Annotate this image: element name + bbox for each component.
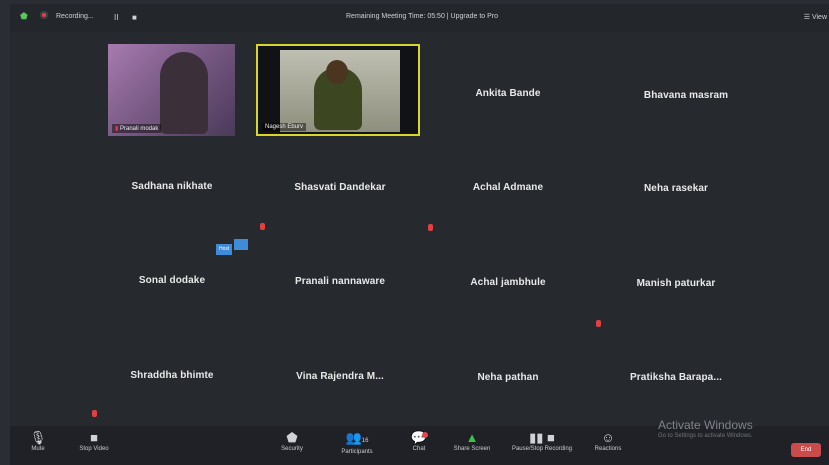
participant-tile[interactable]: Manish paturkar xyxy=(596,238,756,328)
share-screen-label: Share Screen xyxy=(453,446,491,452)
mic-muted-icon xyxy=(428,224,433,231)
participants-label: Participants xyxy=(341,449,373,455)
chat-label: Chat xyxy=(412,446,426,452)
mic-muted-icon: ▮ xyxy=(115,126,119,132)
participant-name: Pratiksha Barapa... xyxy=(630,371,722,383)
participant-head xyxy=(326,60,348,84)
meeting-timer[interactable]: Remaining Meeting Time: 05:50 | Upgrade … xyxy=(346,13,498,20)
participant-tile[interactable]: Achal jambhule xyxy=(428,237,588,327)
participant-name: Bhavana masram xyxy=(643,89,729,101)
pause-stop-recording-button[interactable]: ▮▮ ■ Pause/Stop Recording xyxy=(504,430,580,452)
recording-status: Recording... xyxy=(56,13,94,20)
participants-count: 16 xyxy=(361,438,369,444)
microphone-icon: 🎙 xyxy=(29,430,47,445)
participant-name: Sadhana nikhate xyxy=(131,180,213,192)
participant-name: Achal Admane xyxy=(472,181,544,193)
mute-button[interactable]: 🎙 Mute xyxy=(24,430,52,452)
activate-windows-subtext: Go to Settings to activate Windows. xyxy=(658,433,753,439)
mic-muted-icon xyxy=(596,320,601,327)
participant-tile[interactable]: Sadhana nikhate xyxy=(92,141,252,231)
participant-name: Manish paturkar xyxy=(636,277,716,289)
participant-name: Shasvati Dandekar xyxy=(294,181,386,193)
security-button[interactable]: ⬟ Security xyxy=(274,430,310,452)
top-bar: ⬟ Recording... II ■ Remaining Meeting Ti… xyxy=(10,4,829,32)
participant-name: Achal jambhule xyxy=(470,276,546,288)
participant-tile[interactable]: Pratiksha Barapa... xyxy=(596,332,756,422)
stop-video-label: Stop Video xyxy=(79,446,109,452)
reactions-label: Reactions xyxy=(594,446,622,452)
shield-icon[interactable]: ⬟ xyxy=(20,11,28,22)
video-name-label: Nagesh Eburv xyxy=(262,123,307,131)
participant-tile[interactable]: Achal Admane xyxy=(428,142,588,232)
reactions-button[interactable]: ☺ Reactions xyxy=(590,430,626,452)
participant-video xyxy=(160,52,208,134)
view-button[interactable]: ☰ View xyxy=(804,13,827,21)
participant-tile[interactable]: Bhavana masram xyxy=(606,50,766,140)
participant-name: Vina Rajendra M... xyxy=(296,370,384,382)
participant-tile[interactable]: Vina Rajendra M... xyxy=(260,331,420,421)
share-screen-icon: ▲ xyxy=(465,430,479,445)
participant-tile[interactable]: Shasvati Dandekar xyxy=(260,142,420,232)
participants-button[interactable]: 👥16 Participants xyxy=(334,430,380,455)
mute-label: Mute xyxy=(31,446,45,452)
mic-muted-icon xyxy=(260,223,265,230)
gallery-grid: ▮ Pranali modak Nagesh Eburv Ankita Band… xyxy=(10,38,829,423)
share-screen-button[interactable]: ▲ Share Screen xyxy=(448,430,496,452)
record-icon xyxy=(40,11,48,19)
host-badge-secondary xyxy=(234,239,249,250)
people-icon: 👥16 xyxy=(345,430,369,445)
participant-tile[interactable]: Pranali nannaware xyxy=(260,236,420,326)
pause-stop-icon: ▮▮ ■ xyxy=(529,430,555,445)
participant-name: Shraddha bhimte xyxy=(130,369,214,381)
participant-name: Sonal dodake xyxy=(138,274,206,286)
activate-windows-watermark: Activate Windows xyxy=(658,418,753,432)
record-label: Pause/Stop Recording xyxy=(511,446,573,452)
view-label: View xyxy=(811,14,827,21)
video-tile-active-speaker[interactable]: Nagesh Eburv xyxy=(256,44,420,136)
security-label: Security xyxy=(281,446,303,452)
participant-tile[interactable]: Neha pathan xyxy=(428,332,588,422)
participant-tile[interactable]: Neha rasekar xyxy=(596,143,756,233)
participant-name: Pranali nannaware xyxy=(294,275,386,287)
participant-tile[interactable]: Ankita Bande xyxy=(428,48,588,138)
mic-muted-icon xyxy=(92,410,97,417)
notification-badge xyxy=(422,432,428,438)
stop-video-button[interactable]: ■ Stop Video xyxy=(72,430,116,452)
participant-name: Ankita Bande xyxy=(475,87,541,99)
smiley-icon: ☺ xyxy=(601,430,615,445)
shield-icon: ⬟ xyxy=(286,430,298,445)
video-name-label: ▮ Pranali modak xyxy=(112,124,162,133)
participant-tile[interactable]: Shraddha bhimte xyxy=(92,330,252,420)
pause-recording-button[interactable]: II xyxy=(114,13,118,22)
end-meeting-button[interactable]: End xyxy=(791,443,821,457)
video-tile-pranali-modak[interactable]: ▮ Pranali modak xyxy=(108,44,235,136)
participant-name: Neha rasekar xyxy=(643,182,709,194)
host-chips: Host xyxy=(216,237,250,255)
participant-name: Neha pathan xyxy=(477,371,539,383)
chat-button[interactable]: 💬 Chat xyxy=(408,430,430,452)
video-camera-icon: ■ xyxy=(90,430,98,445)
video-name: Pranali modak xyxy=(119,126,159,132)
stop-recording-button[interactable]: ■ xyxy=(132,13,137,22)
host-badge: Host xyxy=(216,244,233,255)
